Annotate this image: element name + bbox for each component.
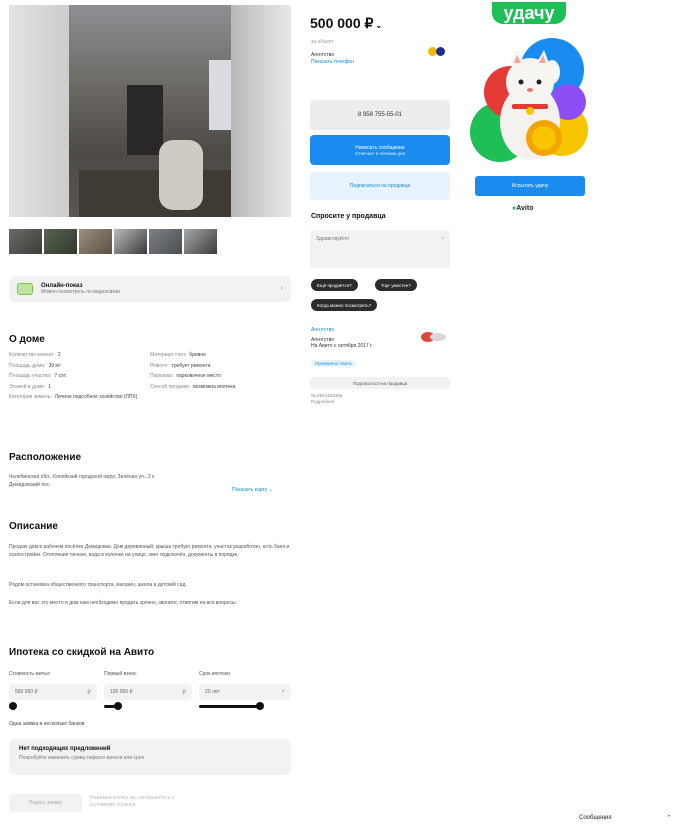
seller-link[interactable]: Показать телефон	[311, 59, 354, 65]
description-paragraph: Продаю дом в рабочем посёлке Демидовка. …	[9, 544, 290, 558]
apply-note: Нажимая кнопку, вы соглашаетесь с услови…	[90, 795, 175, 808]
quick-question-chip[interactable]: Когда можно посмотреть?	[311, 299, 378, 311]
close-icon[interactable]: ×	[441, 236, 444, 242]
stroller	[159, 140, 203, 210]
thumbnail[interactable]	[44, 229, 77, 254]
blue-circle-icon	[436, 47, 445, 56]
param-row: Количество комнат: 2	[9, 352, 61, 358]
param-row: Площадь участка: 7 сот.	[9, 373, 67, 379]
thumbnail[interactable]	[79, 229, 112, 254]
thumbnail[interactable]	[9, 229, 42, 254]
params-left: Количество комнат: 2 Площадь дома: 39 м² П…	[9, 352, 150, 400]
no-offers-title: Нет подходящих предложений	[19, 746, 111, 752]
no-offers-box: Нет подходящих предложений Попробуйте из…	[9, 739, 291, 775]
property-price-field[interactable]: 500 000 ₽ ₽	[9, 684, 97, 700]
one-application-label: Одна заявка в несколько банков	[9, 721, 85, 727]
chevron-right-icon: ›	[280, 285, 283, 292]
notify-button[interactable]: Подписаться на продавца	[310, 172, 450, 200]
show-map-link[interactable]: Показать карту ⌄	[232, 487, 273, 493]
location-address: Челябинская обл., Копейский городской ок…	[9, 474, 155, 488]
show-phone-button[interactable]: 8 958 755-55-01	[310, 100, 450, 130]
label-term: Срок ипотеки	[199, 671, 230, 677]
thumbnail[interactable]	[149, 229, 182, 254]
agent-logo-icon	[421, 332, 446, 342]
term-slider-track	[199, 705, 261, 708]
online-show-banner[interactable]: Онлайн-показ Можно посмотреть по видеосв…	[9, 276, 291, 302]
agent-label[interactable]: Агентство	[311, 327, 334, 333]
seller-name[interactable]: Агентство	[311, 52, 334, 58]
thumbnail[interactable]	[114, 229, 147, 254]
term-field[interactable]: 20 лет ×	[199, 684, 291, 700]
label-property-price: Стоимость жилья	[9, 671, 50, 677]
param-row: Площадь дома: 39 м²	[9, 362, 61, 369]
ad-meta: № 2914183406 Подробнее	[311, 393, 343, 404]
messenger-tab[interactable]: Сообщения	[579, 815, 612, 821]
param-row: Ремонт: требует ремонта	[150, 362, 211, 369]
description-heading: Описание	[9, 521, 58, 532]
term-slider-knob[interactable]	[256, 702, 264, 710]
chevron-up-icon[interactable]: ⌃	[666, 814, 672, 822]
param-row: Способ продажи: возможна ипотека	[150, 383, 236, 390]
verified-badge: Проверено Авито	[311, 360, 356, 367]
online-show-subtitle: Можно посмотреть по видеосвязи	[41, 289, 120, 295]
description-paragraph: Рядом остановка общественного транспорта…	[9, 582, 187, 588]
house-params: Количество комнат: 2 Площадь дома: 39 м² П…	[9, 352, 291, 400]
agent-info[interactable]: Агентство На Авито с октября 2017 г.	[311, 337, 373, 349]
ad-headline[interactable]: удачу	[492, 2, 566, 24]
currency-icon: ₽	[87, 690, 91, 696]
mortgage-heading: Ипотека со скидкой на Авито	[9, 647, 155, 658]
down-payment-field[interactable]: 100 000 ₽ ₽	[104, 684, 192, 700]
avito-logo: ●Avito	[512, 205, 534, 212]
write-message-button[interactable]: Написать сообщение Отвечает в течение дн…	[310, 135, 450, 165]
price-slider-knob[interactable]	[9, 702, 17, 710]
photo-thumbnails	[9, 229, 217, 254]
quick-question-chip[interactable]: Ещё продаётся?	[311, 279, 358, 291]
no-offers-subtitle: Попробуйте изменить сумму первого взноса…	[19, 755, 144, 761]
description-paragraph: Если для вас это место и дом нам необход…	[9, 600, 237, 606]
param-row: Материал стен: бревно	[150, 352, 206, 358]
params-right: Материал стен: бревно Ремонт: требует ремо…	[150, 352, 291, 400]
main-photo[interactable]	[9, 5, 291, 217]
param-row: Парковка: парковочное место	[150, 373, 221, 379]
chevron-down-icon[interactable]: ⌄	[375, 21, 382, 30]
doorway	[127, 85, 163, 155]
param-row: Этажей в доме: 1	[9, 383, 52, 390]
lucky-cat-illustration[interactable]	[470, 32, 588, 168]
thumbnail[interactable]	[184, 229, 217, 254]
quick-question-chip[interactable]: Торг уместен?	[375, 279, 417, 291]
price: 500 000 ₽ ⌄	[310, 15, 383, 31]
ask-seller-input[interactable]: Здравствуйте! ×	[310, 230, 450, 268]
param-row: Категория земель: Личное подсобное хозяйс…	[9, 394, 138, 400]
currency-icon: ₽	[182, 690, 186, 696]
price-subtitle: за объект	[311, 39, 334, 45]
ask-seller-title: Спросите у продавца	[311, 213, 386, 220]
ad-try-luck-button[interactable]: Испытать удачу	[475, 176, 585, 196]
video-call-icon	[17, 283, 33, 295]
location-heading: Расположение	[9, 452, 82, 463]
clear-icon: ×	[281, 689, 285, 695]
about-house-heading: О доме	[9, 334, 45, 345]
subscribe-seller-button[interactable]: Подписаться на продавца	[310, 377, 450, 389]
down-payment-slider-knob[interactable]	[114, 702, 122, 710]
label-down-payment: Первый взнос	[104, 671, 137, 677]
payment-badges-icon	[428, 47, 445, 56]
photo-blur-right	[231, 5, 291, 217]
apply-mortgage-button[interactable]: Подать заявку	[9, 794, 82, 812]
